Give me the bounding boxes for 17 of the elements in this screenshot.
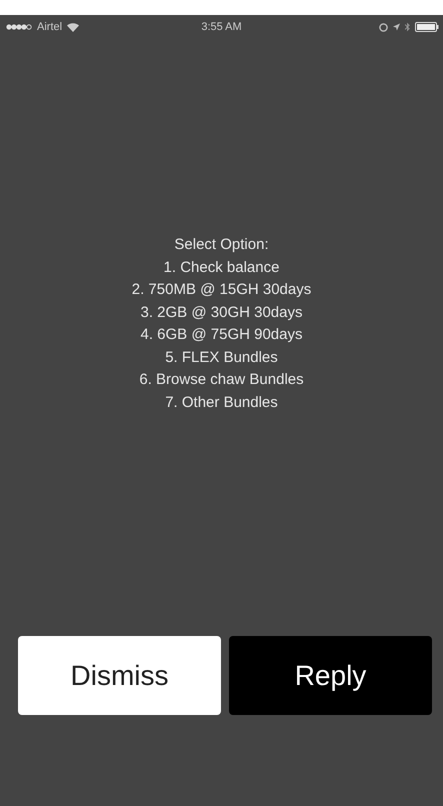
reply-button[interactable]: Reply [229, 636, 432, 715]
message-line: 6. Browse chaw Bundles [139, 370, 304, 390]
clock-time: 3:55 AM [201, 21, 242, 33]
location-icon [393, 23, 400, 31]
dismiss-button[interactable]: Dismiss [18, 636, 221, 715]
message-line: 1. Check balance [164, 258, 280, 278]
signal-icon [6, 24, 32, 30]
message-line: 5. FLEX Bundles [165, 348, 278, 368]
message-line: 3. 2GB @ 30GH 30days [140, 302, 302, 322]
wifi-icon [67, 22, 80, 32]
carrier-name: Airtel [37, 21, 62, 33]
battery-icon [415, 22, 439, 32]
bluetooth-icon [405, 22, 410, 32]
message-line: 2. 750MB @ 15GH 30days [132, 280, 312, 300]
message-line: 7. Other Bundles [165, 392, 278, 412]
message-line: Select Option: [174, 235, 269, 255]
message-line: 4. 6GB @ 75GH 90days [140, 325, 302, 345]
